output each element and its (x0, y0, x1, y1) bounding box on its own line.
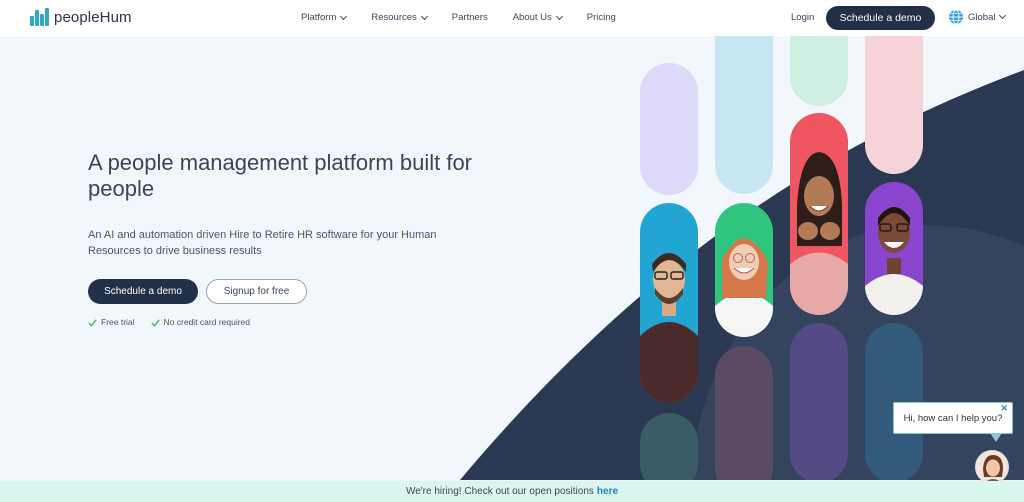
main-menu: Platform Resources Partners About Us Pri… (301, 12, 641, 23)
region-selector[interactable]: Global (948, 9, 1007, 25)
chevron-down-icon (999, 11, 1007, 20)
brand-name: peopleHum (54, 8, 132, 26)
logo-bars-icon (30, 8, 50, 26)
schedule-demo-nav-button[interactable]: Schedule a demo (826, 6, 935, 30)
close-icon[interactable]: ✕ (1000, 403, 1008, 414)
globe-icon (949, 9, 963, 25)
hiring-text: We're hiring! Check out our open positio… (405, 486, 594, 497)
check-item-free-trial: Free trial (88, 317, 135, 327)
person-photo-man-laughing (865, 207, 923, 315)
nav-item-resources[interactable]: Resources (371, 12, 428, 23)
feature-checks: Free trial No credit card required (88, 317, 266, 327)
check-icon (150, 318, 160, 327)
chevron-down-icon (420, 12, 428, 20)
hiring-banner: We're hiring! Check out our open positio… (0, 481, 1024, 502)
chevron-down-icon (340, 12, 348, 20)
nav-item-pricing[interactable]: Pricing (587, 12, 616, 23)
signup-free-button[interactable]: Signup for free (206, 279, 307, 304)
check-item-no-credit-card: No credit card required (150, 317, 250, 327)
hero-subtitle: An AI and automation driven Hire to Reti… (88, 229, 437, 257)
login-link[interactable]: Login (791, 12, 814, 23)
nav-item-platform[interactable]: Platform (301, 12, 348, 23)
nav-item-partners[interactable]: Partners (452, 12, 488, 23)
hero-title: A people management platform built for p… (88, 150, 473, 201)
nav-item-about-us[interactable]: About Us (513, 12, 563, 23)
chat-avatar[interactable] (975, 450, 1009, 484)
chat-greeting-bubble[interactable]: Hi, how can I help you? ✕ (893, 402, 1013, 442)
open-positions-link[interactable]: here (597, 486, 618, 497)
top-navigation: peopleHum Platform Resources Partners Ab… (0, 0, 1024, 36)
person-photo-woman-smiling (715, 238, 773, 337)
brand-logo[interactable]: peopleHum (30, 8, 132, 26)
person-photo-woman-hands-chin (790, 152, 848, 315)
chevron-down-icon (555, 12, 563, 20)
check-icon (88, 318, 97, 327)
person-photo-man-glasses (640, 253, 698, 403)
schedule-demo-button[interactable]: Schedule a demo (88, 279, 198, 304)
chat-agent-icon (976, 451, 1008, 483)
